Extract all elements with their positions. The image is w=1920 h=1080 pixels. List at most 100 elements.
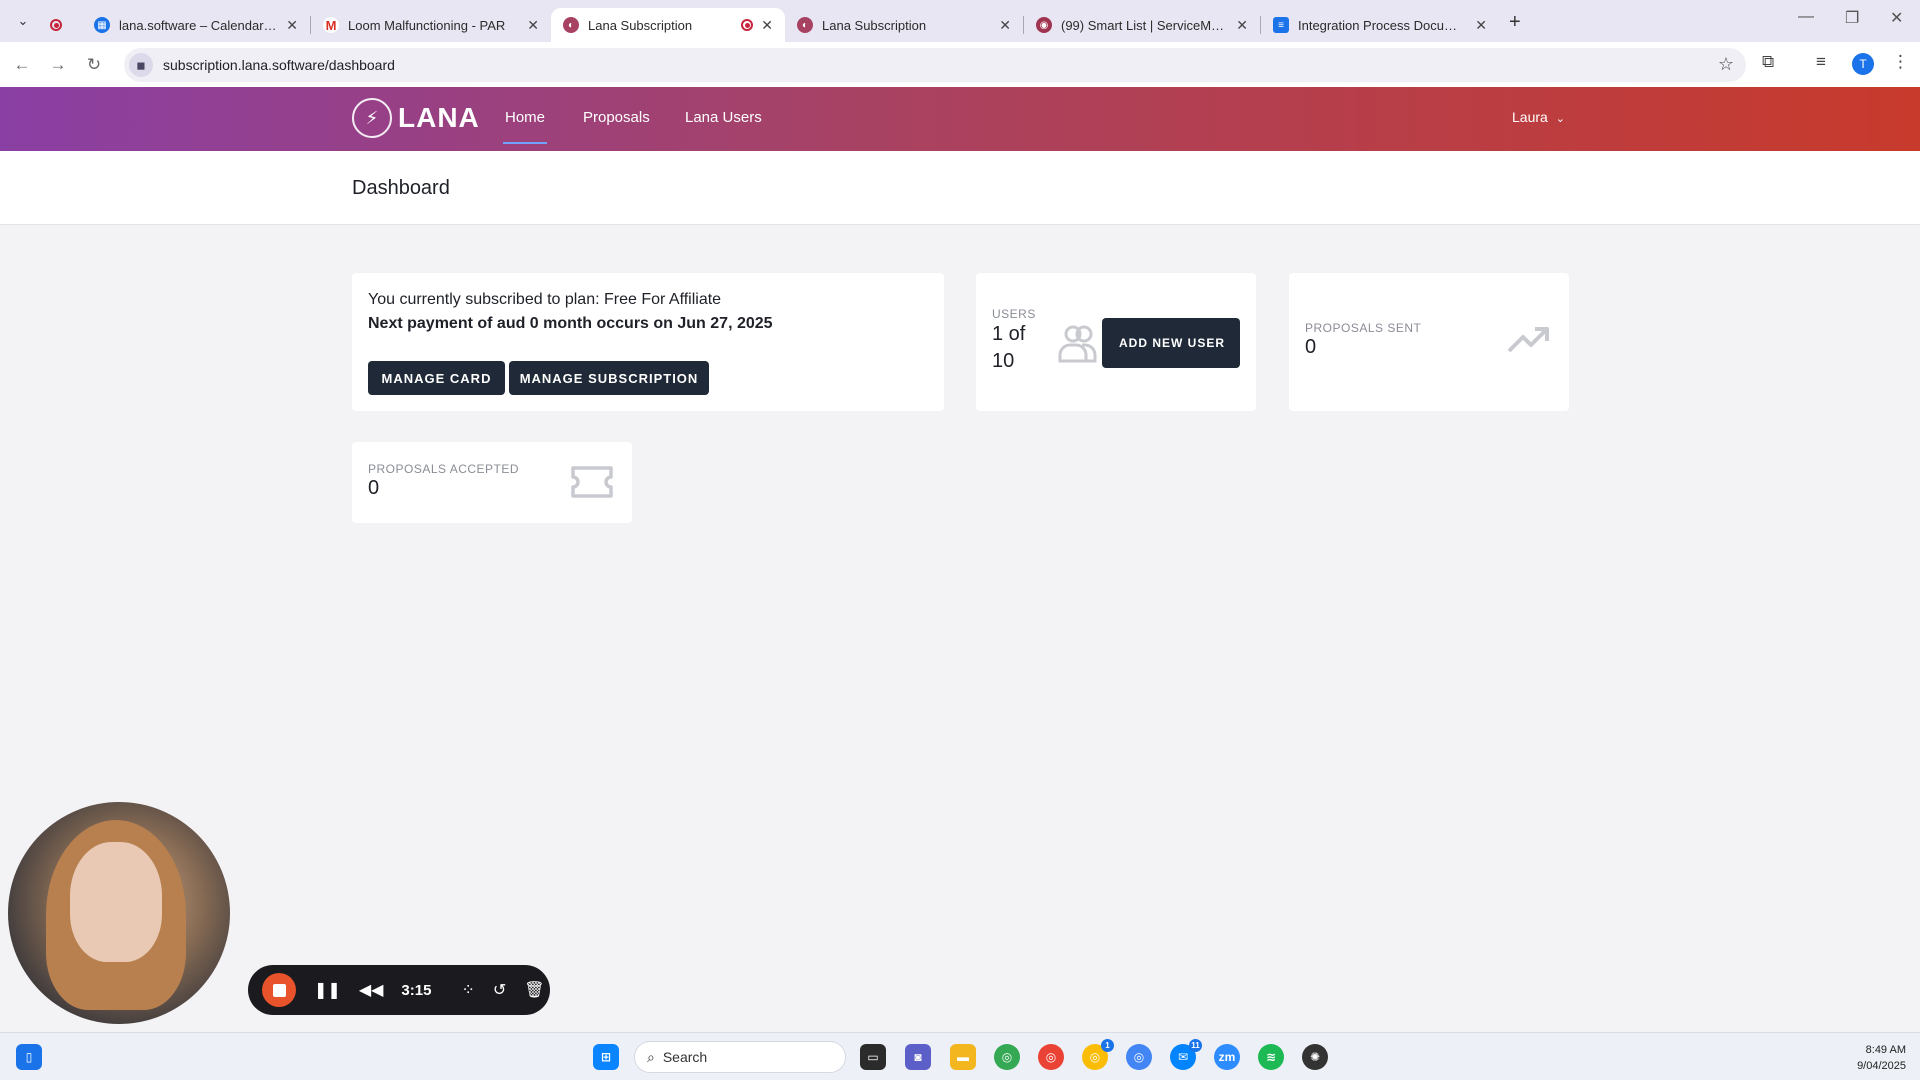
windows-start-icon[interactable]: ⊞ [593, 1044, 619, 1070]
close-icon[interactable]: ✕ [1475, 17, 1487, 34]
spotify-icon[interactable]: ≋ [1258, 1044, 1284, 1070]
messenger-badge: 11 [1189, 1039, 1202, 1052]
close-icon[interactable]: ✕ [286, 17, 298, 34]
tab-title: lana.software – Calendar - Wed [119, 17, 278, 33]
widgets-icon[interactable]: ▯ [16, 1044, 42, 1070]
close-icon[interactable]: ✕ [527, 17, 539, 34]
rewind-icon[interactable]: ◀◀ [359, 980, 384, 1000]
restore-icon[interactable]: ❐ [1845, 8, 1859, 28]
tab-recording[interactable] [38, 8, 82, 42]
users-card: USERS 1 of 10 ADD NEW USER [976, 273, 1256, 411]
manage-subscription-button[interactable]: MANAGE SUBSCRIPTION [509, 361, 709, 395]
ticket-icon [571, 466, 613, 498]
tab-gmail[interactable]: M Loom Malfunctioning - PAR ✕ [311, 8, 551, 42]
search-placeholder: Search [662, 1049, 708, 1065]
close-icon[interactable]: ✕ [1236, 17, 1248, 34]
users-count-line1: 1 of [992, 323, 1026, 345]
extensions-icon[interactable]: ⧉ [1762, 52, 1774, 72]
stop-recording-button[interactable] [262, 973, 296, 1007]
folder-icon[interactable]: ▬ [950, 1044, 976, 1070]
app-header: ⚡ LANA Home Proposals Lana Users Laura ⌄ [0, 87, 1920, 151]
proposals-sent-card: PROPOSALS SENT 0 [1289, 273, 1569, 411]
teams-meet-icon[interactable]: ◙ [905, 1044, 931, 1070]
nav-lana-users[interactable]: Lana Users [685, 109, 762, 126]
page-header: Dashboard [0, 151, 1920, 225]
reload-icon[interactable]: ↻ [76, 47, 112, 83]
tab-calendar[interactable]: ▦ lana.software – Calendar - Wed ✕ [82, 8, 310, 42]
close-icon[interactable]: ✕ [761, 17, 773, 34]
tab-integration-doc[interactable]: ≡ Integration Process Document ✕ [1261, 8, 1499, 42]
tab-title: Integration Process Document [1298, 17, 1468, 33]
user-menu[interactable]: Laura ⌄ [1512, 109, 1565, 125]
chrome-active-icon[interactable]: ◎ 1 [1082, 1039, 1114, 1070]
recording-controls: ❚❚ ◀◀ 3:15 ⁘ ↺ 🗑 [248, 965, 550, 1015]
chrome-badge: 1 [1101, 1039, 1114, 1052]
clock-date: 9/04/2025 [1857, 1060, 1906, 1072]
page-title: Dashboard [352, 177, 450, 199]
clock-time: 8:49 AM [1865, 1044, 1906, 1056]
restart-icon[interactable]: ↺ [493, 980, 506, 1000]
nav-proposals[interactable]: Proposals [583, 109, 650, 126]
search-icon: ⌕ [647, 1048, 655, 1065]
tab-lana-subscription[interactable]: ◐ Lana Subscription ✕ [785, 8, 1023, 42]
recording-icon [50, 19, 62, 31]
chrome-profile-icon[interactable]: ◎ [1038, 1044, 1064, 1070]
users-group-icon [1058, 325, 1097, 363]
pause-icon[interactable]: ❚❚ [314, 980, 341, 1000]
new-tab-plus-icon[interactable]: + [1509, 11, 1521, 34]
lana-logo[interactable]: ⚡ LANA [352, 98, 480, 138]
gmail-icon: M [323, 17, 339, 33]
drawing-tools-icon[interactable]: ⁘ [461, 980, 474, 1000]
lana-icon: ◐ [797, 17, 813, 33]
chrome-icon[interactable]: ◎ [994, 1044, 1020, 1070]
more-menu-icon[interactable]: ⋮ [1892, 52, 1909, 72]
recording-timer: 3:15 [401, 981, 432, 999]
calendar-icon: ▦ [94, 17, 110, 33]
webcam-face [70, 842, 162, 962]
bookmark-star-icon[interactable]: ☆ [1718, 54, 1734, 75]
forward-arrow-icon[interactable]: → [40, 47, 76, 83]
tab-title: (99) Smart List | ServiceM8 V2 D [1061, 17, 1228, 33]
delete-trash-icon[interactable]: 🗑 [524, 980, 544, 1000]
address-bar[interactable]: ◼ subscription.lana.software/dashboard ☆ [124, 48, 1746, 82]
nav-home[interactable]: Home [502, 109, 548, 144]
tab-title: Lana Subscription [588, 17, 693, 33]
trending-up-icon [1507, 327, 1549, 353]
add-new-user-button[interactable]: ADD NEW USER [1102, 318, 1240, 368]
users-label: USERS [992, 307, 1036, 321]
site-info-icon[interactable]: ◼ [129, 53, 153, 77]
minimize-icon[interactable]: — [1798, 8, 1814, 26]
servicem8-icon: ◉ [1036, 17, 1052, 33]
back-arrow-icon[interactable]: ← [4, 47, 40, 83]
next-payment-text: Next payment of aud 0 month occurs on Ju… [368, 315, 773, 332]
chrome-alt-icon[interactable]: ◎ [1126, 1044, 1152, 1070]
window-close-icon[interactable]: ✕ [1890, 8, 1903, 28]
browser-tabbar: ⌄ ▦ lana.software – Calendar - Wed ✕ M L… [0, 0, 1920, 42]
recording-indicator-icon [741, 19, 754, 31]
lana-logo-mark-icon: ⚡ [352, 98, 392, 138]
close-icon[interactable]: ✕ [999, 17, 1011, 34]
loom-recorder-icon[interactable]: ✺ [1302, 1044, 1328, 1070]
system-clock[interactable]: 8:49 AM 9/04/2025 [1857, 1042, 1906, 1074]
browser-toolbar: ← → ↻ ◼ subscription.lana.software/dashb… [0, 42, 1920, 87]
url-text: subscription.lana.software/dashboard [163, 57, 395, 73]
taskbar-search[interactable]: ⌕ Search [634, 1041, 846, 1073]
tab-title: Lana Subscription [822, 17, 927, 33]
proposals-accepted-value: 0 [368, 477, 380, 499]
tab-lana-subscription-active[interactable]: ◐ Lana Subscription ✕ [551, 8, 785, 42]
windows-taskbar: ▯ ⊞ ⌕ Search ▭ ◙ ▬ ◎ ◎ ◎ 1 ◎ ✉ 11 zm ≋ ✺… [0, 1032, 1920, 1080]
zoom-icon[interactable]: zm [1214, 1044, 1240, 1070]
file-explorer-dark-icon[interactable]: ▭ [860, 1044, 886, 1070]
subscription-card: You currently subscribed to plan: Free F… [352, 273, 944, 411]
user-name: Laura [1512, 109, 1548, 125]
tab-title: Loom Malfunctioning - PAR [348, 17, 506, 33]
messenger-icon[interactable]: ✉ 11 [1170, 1039, 1202, 1070]
proposals-sent-value: 0 [1305, 336, 1317, 358]
webcam-bubble[interactable] [8, 802, 230, 1024]
tab-servicem8[interactable]: ◉ (99) Smart List | ServiceM8 V2 D ✕ [1024, 8, 1260, 42]
tab-search-chevron-icon[interactable]: ⌄ [8, 6, 38, 36]
media-control-icon[interactable]: ≡ [1816, 52, 1826, 72]
users-count-line2: 10 [992, 350, 1015, 372]
profile-avatar[interactable]: T [1852, 53, 1874, 75]
manage-card-button[interactable]: MANAGE CARD [368, 361, 505, 395]
